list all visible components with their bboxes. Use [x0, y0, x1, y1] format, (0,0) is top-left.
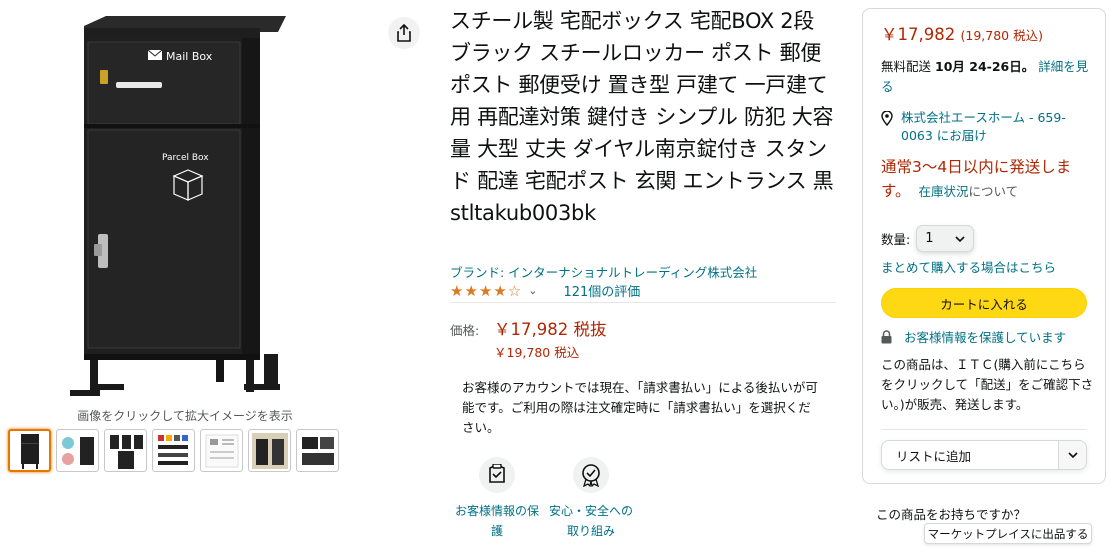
shield-check-icon [479, 457, 515, 493]
quantity-row: 数量: 1 [881, 225, 975, 252]
thumbnail[interactable] [152, 429, 195, 472]
badge-label: お客様情報の保護 [454, 504, 539, 538]
divider [881, 429, 1087, 430]
divider [450, 302, 836, 303]
secure-transaction[interactable]: お客様情報を保護しています [881, 327, 1066, 346]
thumbnail-strip [8, 429, 339, 472]
award-check-icon [573, 457, 609, 493]
product-title: スチール製 宅配ボックス 宅配BOX 2段 ブラック スチールロッカー ポスト … [450, 9, 834, 225]
buybox-price-tax-included: (19,780 税込) [960, 28, 1043, 43]
trust-badges: お客様情報の保護 安心・安全への取り組み [450, 457, 638, 541]
product-page: Mail Box Parcel Box 画像をクリックして拡大イメージを表示 ス… [0, 0, 1110, 559]
chevron-down-icon [955, 235, 965, 242]
share-icon [397, 24, 411, 42]
chevron-down-icon[interactable]: ⌄ [528, 284, 537, 297]
product-main-image[interactable]: Mail Box Parcel Box [66, 8, 296, 404]
add-to-list-button[interactable]: リストに追加 [881, 440, 1087, 470]
star-rating[interactable]: ★★★★☆ [450, 282, 522, 300]
delivery-date: 10月 24-26日。 [935, 59, 1035, 74]
lock-icon [881, 329, 892, 343]
buybox-price: ￥17,982 (19,780 税込) [881, 21, 1043, 45]
price-label: 価格: [450, 323, 480, 338]
location-pin-icon [881, 111, 893, 126]
price-tax-included: ￥19,780 税込 [494, 345, 580, 360]
secure-text: お客様情報を保護しています [904, 330, 1067, 345]
price-main: ￥17,982 税抜 [494, 320, 607, 339]
delivery-address[interactable]: 株式会社エースホーム - 659-0063 にお届け [881, 109, 1095, 145]
thumbnail[interactable] [8, 429, 51, 472]
sell-on-marketplace-button[interactable]: マーケットプレイスに出品する [924, 523, 1092, 544]
quantity-select[interactable]: 1 [916, 225, 975, 252]
add-to-cart-button[interactable]: カートに入れる [881, 288, 1087, 318]
shipping-prefix: 無料配送 [881, 59, 932, 74]
share-button[interactable] [388, 17, 420, 49]
stock-status: 通常3～4日以内に発送します。 在庫状況について [881, 155, 1095, 204]
thumbnail[interactable] [296, 429, 339, 472]
invoice-payment-note: お客様のアカウントでは現在、「請求書払い」による後払いが可能です。ご利用の際は注… [462, 380, 818, 435]
chevron-down-icon[interactable] [1058, 441, 1086, 469]
thumbnail[interactable] [104, 429, 147, 472]
badge-label: 安心・安全への取り組み [548, 504, 633, 538]
badge-safety[interactable]: 安心・安全への取り組み [544, 457, 638, 541]
badge-customer-info[interactable]: お客様情報の保護 [450, 457, 544, 541]
zoom-hint: 画像をクリックして拡大イメージを表示 [77, 409, 293, 423]
buybox-price-main: ￥17,982 [881, 25, 956, 44]
quantity-label: 数量: [881, 232, 911, 247]
mail-box-label: Mail Box [166, 50, 213, 63]
have-one-question: この商品をお持ちですか？ [876, 507, 1027, 522]
buy-box: ￥17,982 (19,780 税込) 無料配送 10月 24-26日。 詳細を… [862, 8, 1106, 484]
parcel-box-label: Parcel Box [162, 153, 209, 163]
stock-suffix: について [968, 184, 1019, 199]
stock-info-link[interactable]: 在庫状況 [918, 184, 968, 199]
delivery-address-text: 株式会社エースホーム - 659-0063 にお届け [901, 110, 1066, 143]
thumbnail[interactable] [56, 429, 99, 472]
seller-info[interactable]: この商品は、ＩＴＣ(購入前にこちらをクリックして「配送」をご確認下さい。)が販売… [881, 355, 1095, 415]
review-count-link[interactable]: 121個の評価 [563, 281, 640, 300]
thumbnail[interactable] [200, 429, 243, 472]
brand-link[interactable]: ブランド: インターナショナルトレーディング株式会社 [450, 262, 757, 281]
quantity-value: 1 [925, 231, 934, 246]
rating-row: ★★★★☆ ⌄ 121個の評価 [450, 281, 640, 301]
bulk-purchase-link[interactable]: まとめて購入する場合はこちら [881, 257, 1056, 276]
thumbnail[interactable] [248, 429, 291, 472]
shipping-info: 無料配送 10月 24-26日。 詳細を見る [881, 57, 1095, 97]
add-to-list-label: リストに追加 [896, 448, 972, 464]
